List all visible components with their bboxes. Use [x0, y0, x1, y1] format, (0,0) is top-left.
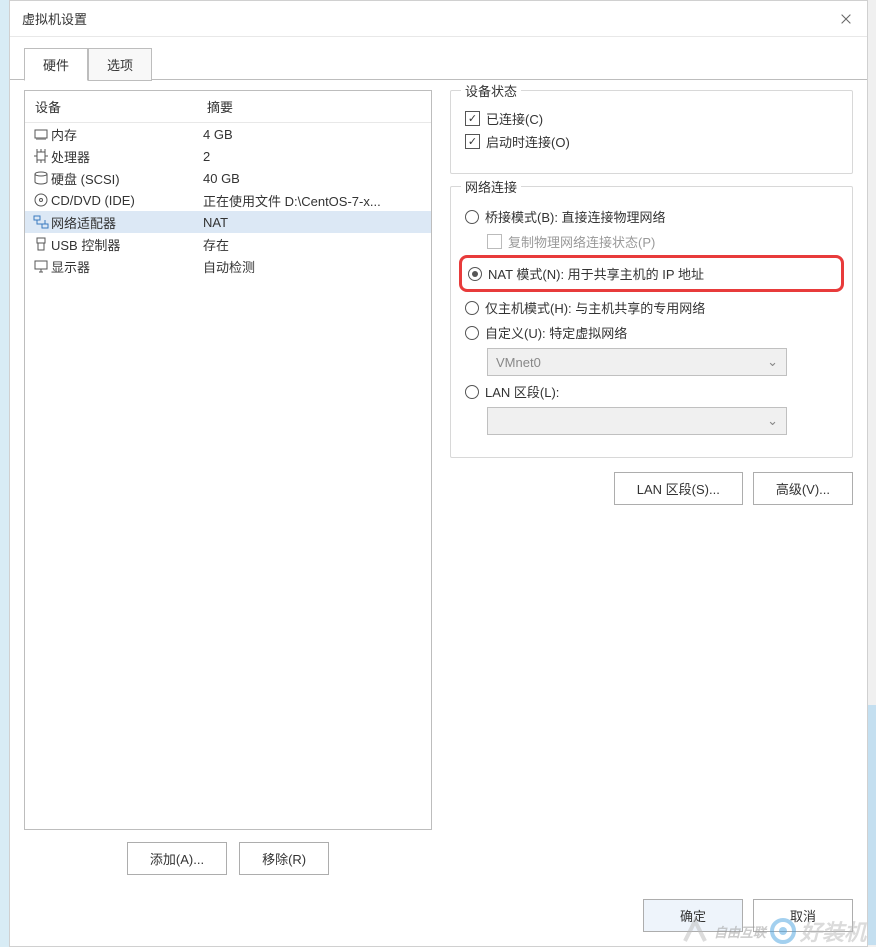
- hw-label: USB 控制器: [51, 235, 203, 254]
- hw-summary: NAT: [203, 215, 425, 230]
- cd-icon: [31, 192, 51, 208]
- checkbox-replicate: 复制物理网络连接状态(P): [487, 232, 838, 251]
- checkbox-label: 已连接(C): [486, 109, 543, 128]
- radio-icon: [465, 326, 479, 340]
- radio-label: 仅主机模式(H): 与主机共享的专用网络: [485, 298, 705, 317]
- radio-custom[interactable]: 自定义(U): 特定虚拟网络: [465, 323, 838, 342]
- memory-icon: [31, 126, 51, 142]
- tabbar: 硬件 选项: [10, 37, 867, 80]
- hw-label: 内存: [51, 125, 203, 144]
- hw-summary: 40 GB: [203, 171, 425, 186]
- hw-row-cddvd[interactable]: CD/DVD (IDE) 正在使用文件 D:\CentOS-7-x...: [25, 189, 431, 211]
- hw-label: 显示器: [51, 257, 203, 276]
- hw-summary: 2: [203, 149, 425, 164]
- checkbox-connected[interactable]: ✓ 已连接(C): [465, 109, 838, 128]
- checkbox-label: 启动时连接(O): [486, 132, 570, 151]
- vm-settings-dialog: 虚拟机设置 硬件 选项 设备 摘要 内存 4 GB: [9, 0, 868, 947]
- radio-label: NAT 模式(N): 用于共享主机的 IP 地址: [488, 264, 704, 283]
- checkbox-connect-on-start[interactable]: ✓ 启动时连接(O): [465, 132, 838, 151]
- hw-summary: 存在: [203, 235, 425, 254]
- hw-label: 硬盘 (SCSI): [51, 169, 203, 188]
- network-icon: [31, 214, 51, 230]
- remove-button[interactable]: 移除(R): [239, 842, 329, 875]
- radio-label: 桥接模式(B): 直接连接物理网络: [485, 207, 666, 226]
- cpu-icon: [31, 148, 51, 164]
- titlebar: 虚拟机设置: [10, 1, 867, 37]
- add-button[interactable]: 添加(A)...: [127, 842, 227, 875]
- checkbox-icon: ✓: [465, 111, 480, 126]
- dialog-footer: 确定 取消: [10, 889, 867, 946]
- radio-icon: [465, 210, 479, 224]
- radio-nat[interactable]: NAT 模式(N): 用于共享主机的 IP 地址: [468, 264, 835, 283]
- radio-hostonly[interactable]: 仅主机模式(H): 与主机共享的专用网络: [465, 298, 838, 317]
- close-icon[interactable]: [837, 10, 855, 28]
- hw-row-disk[interactable]: 硬盘 (SCSI) 40 GB: [25, 167, 431, 189]
- radio-icon: [465, 385, 479, 399]
- checkbox-icon: [487, 234, 502, 249]
- lan-segments-button[interactable]: LAN 区段(S)...: [614, 472, 743, 505]
- col-device: 设备: [35, 97, 207, 116]
- hw-row-memory[interactable]: 内存 4 GB: [25, 123, 431, 145]
- lan-segment-select: ⌄: [487, 407, 787, 435]
- chevron-down-icon: ⌄: [767, 354, 778, 370]
- hw-label: CD/DVD (IDE): [51, 193, 203, 208]
- highlight-annotation: NAT 模式(N): 用于共享主机的 IP 地址: [459, 255, 844, 292]
- checkbox-icon: ✓: [465, 134, 480, 149]
- hw-row-network[interactable]: 网络适配器 NAT: [25, 211, 431, 233]
- tab-hardware[interactable]: 硬件: [24, 48, 88, 81]
- cancel-button[interactable]: 取消: [753, 899, 853, 932]
- radio-lan-segment[interactable]: LAN 区段(L):: [465, 382, 838, 401]
- group-title: 设备状态: [461, 81, 521, 100]
- checkbox-label: 复制物理网络连接状态(P): [508, 232, 655, 251]
- hw-summary: 4 GB: [203, 127, 425, 142]
- tab-options[interactable]: 选项: [88, 48, 152, 81]
- hardware-list-header: 设备 摘要: [25, 91, 431, 123]
- network-connection-group: 网络连接 桥接模式(B): 直接连接物理网络 复制物理网络连接状态(P) NAT…: [450, 186, 853, 458]
- radio-icon: [468, 267, 482, 281]
- select-value: VMnet0: [496, 355, 541, 370]
- window-title: 虚拟机设置: [22, 9, 837, 28]
- radio-label: 自定义(U): 特定虚拟网络: [485, 323, 627, 342]
- usb-icon: [31, 236, 51, 252]
- hw-label: 处理器: [51, 147, 203, 166]
- hw-row-usb[interactable]: USB 控制器 存在: [25, 233, 431, 255]
- col-summary: 摘要: [207, 97, 233, 116]
- radio-label: LAN 区段(L):: [485, 382, 559, 401]
- monitor-icon: [31, 258, 51, 274]
- radio-icon: [465, 301, 479, 315]
- hw-row-display[interactable]: 显示器 自动检测: [25, 255, 431, 277]
- chevron-down-icon: ⌄: [767, 413, 778, 429]
- disk-icon: [31, 170, 51, 186]
- hw-row-processor[interactable]: 处理器 2: [25, 145, 431, 167]
- ok-button[interactable]: 确定: [643, 899, 743, 932]
- advanced-button[interactable]: 高级(V)...: [753, 472, 853, 505]
- radio-bridge[interactable]: 桥接模式(B): 直接连接物理网络: [465, 207, 838, 226]
- hardware-list: 设备 摘要 内存 4 GB 处理器 2 硬盘 (SCSI) 40 GB: [24, 90, 432, 830]
- hw-summary: 自动检测: [203, 257, 425, 276]
- hw-summary: 正在使用文件 D:\CentOS-7-x...: [203, 191, 425, 210]
- custom-network-select: VMnet0 ⌄: [487, 348, 787, 376]
- device-status-group: 设备状态 ✓ 已连接(C) ✓ 启动时连接(O): [450, 90, 853, 174]
- hw-label: 网络适配器: [51, 213, 203, 232]
- group-title: 网络连接: [461, 177, 521, 196]
